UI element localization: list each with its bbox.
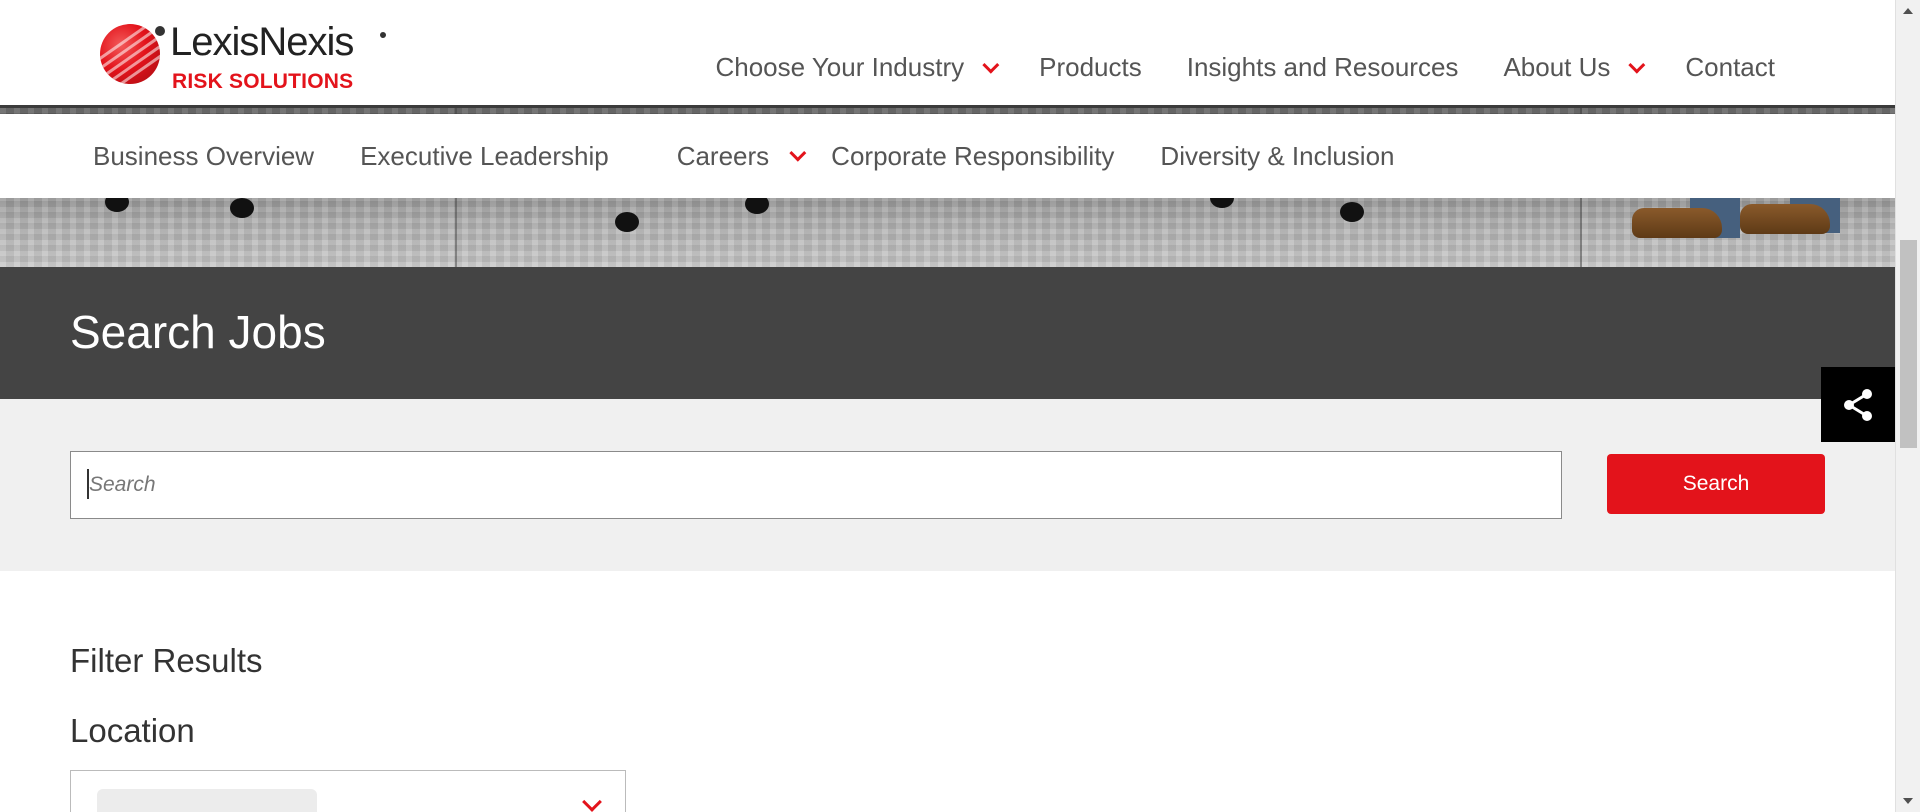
subnav-careers[interactable]: Careers [677, 141, 807, 172]
chevron-down-icon [1628, 56, 1646, 74]
subnav-diversity-inclusion[interactable]: Diversity & Inclusion [1160, 141, 1394, 172]
text-cursor [87, 469, 89, 499]
nav-choose-your-industry[interactable]: Choose Your Industry [715, 52, 1000, 83]
scroll-thumb[interactable] [1900, 240, 1917, 448]
location-select[interactable] [70, 770, 626, 812]
filter-results-heading: Filter Results [70, 642, 263, 679]
nav-products[interactable]: Products [1039, 52, 1142, 83]
logo-subtitle: RISK SOLUTIONS [172, 70, 354, 93]
logo-name: LexisNexis [170, 20, 354, 64]
chevron-down-icon [789, 144, 807, 162]
search-button[interactable]: Search [1607, 454, 1825, 514]
subnav-executive-leadership[interactable]: Executive Leadership [360, 141, 609, 172]
site-header: LexisNexis RISK SOLUTIONS Choose Your In… [0, 0, 1895, 108]
nav-insights-and-resources[interactable]: Insights and Resources [1187, 52, 1459, 83]
share-button[interactable] [1821, 367, 1895, 442]
subnav-business-overview[interactable]: Business Overview [93, 141, 314, 172]
logo[interactable]: LexisNexis RISK SOLUTIONS [100, 20, 400, 93]
scroll-up-icon[interactable] [1903, 8, 1913, 14]
sub-nav: Business Overview Executive Leadership C… [0, 114, 1895, 198]
chevron-down-icon [982, 56, 1000, 74]
page-scrollbar[interactable] [1895, 0, 1920, 812]
page-title: Search Jobs [70, 306, 326, 358]
location-heading: Location [70, 712, 195, 749]
nav-contact[interactable]: Contact [1685, 52, 1775, 83]
search-area: Search [0, 399, 1895, 571]
globe-logo-icon [100, 24, 160, 84]
location-select-value [97, 789, 317, 812]
subnav-corporate-responsibility[interactable]: Corporate Responsibility [831, 141, 1114, 172]
main-nav: Choose Your Industry Products Insights a… [670, 52, 1775, 83]
search-banner: Search Jobs [0, 267, 1895, 399]
search-input[interactable] [70, 451, 1562, 519]
scroll-down-icon[interactable] [1903, 798, 1913, 804]
page: LexisNexis RISK SOLUTIONS Choose Your In… [0, 0, 1895, 812]
chevron-down-icon [582, 792, 602, 812]
nav-about-us[interactable]: About Us [1503, 52, 1646, 83]
share-icon [1844, 388, 1872, 421]
